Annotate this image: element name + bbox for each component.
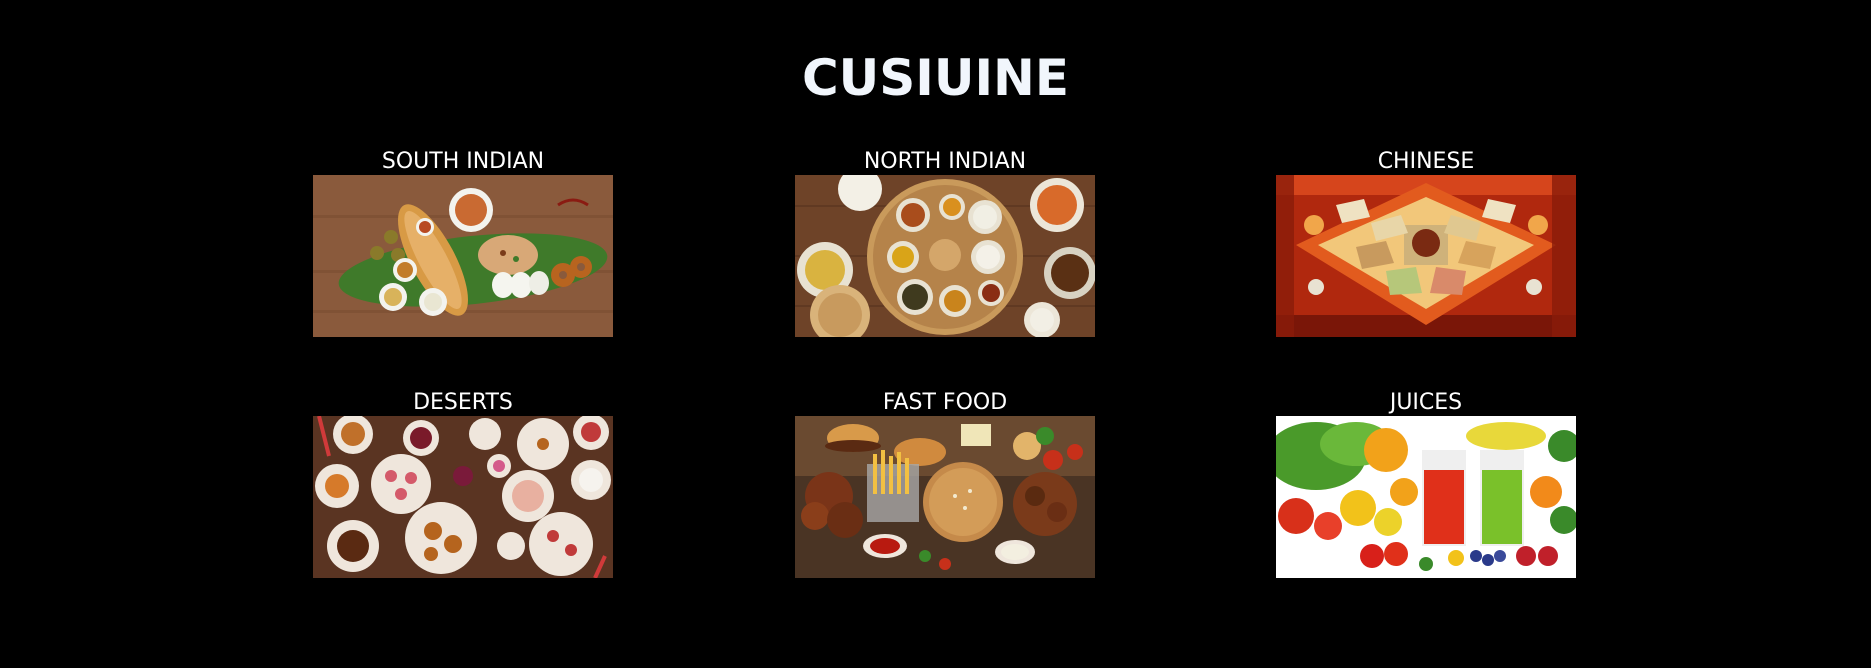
cuisine-card-juices[interactable]: JUICES [1276,390,1576,578]
south-indian-image[interactable] [313,175,613,337]
north-indian-image[interactable] [795,175,1095,337]
cuisine-label: FAST FOOD [882,390,1008,415]
cuisine-card-chinese[interactable]: CHINESE [1276,149,1576,337]
juices-image[interactable] [1276,416,1576,578]
deserts-image[interactable] [313,416,613,578]
cuisine-label: CHINESE [1377,149,1475,174]
cuisine-label: JUICES [1389,390,1463,415]
cuisine-card-fast-food[interactable]: FAST FOOD [795,390,1095,578]
cuisine-label: DESERTS [413,390,513,415]
cuisine-label: NORTH INDIAN [863,149,1027,174]
cuisine-card-north-indian[interactable]: NORTH INDIAN [795,149,1095,337]
chinese-image[interactable] [1276,175,1576,337]
cuisine-card-deserts[interactable]: DESERTS [313,390,613,578]
cuisine-card-south-indian[interactable]: SOUTH INDIAN [313,149,613,337]
cuisine-label: SOUTH INDIAN [381,149,545,174]
fast-food-image[interactable] [795,416,1095,578]
page-title: CUSIUINE [801,49,1070,107]
